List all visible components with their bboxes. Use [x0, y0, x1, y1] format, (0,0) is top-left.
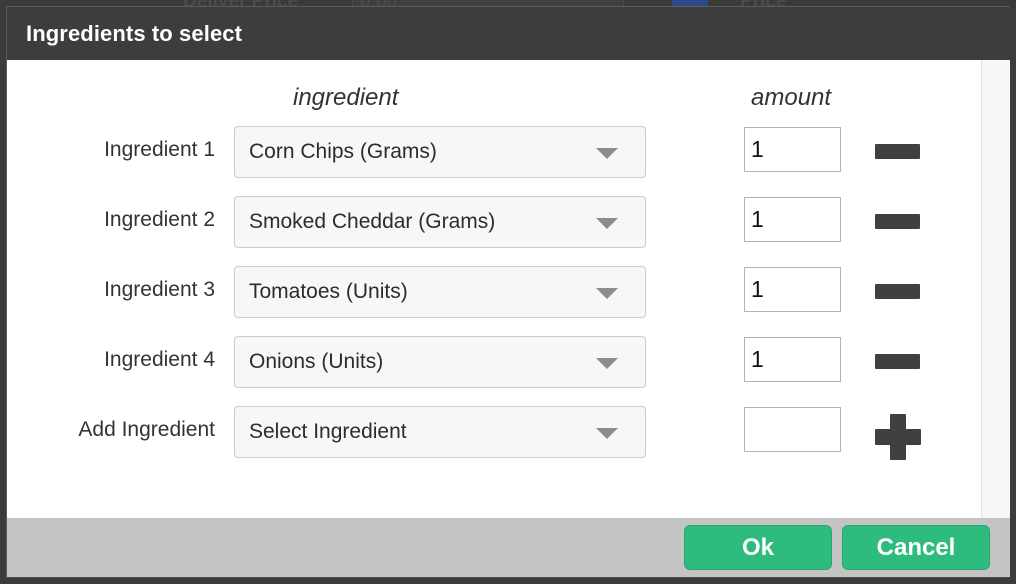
- chevron-down-icon: [596, 428, 618, 439]
- ingredients-dialog: Ingredients to select ingredient amount …: [6, 6, 1010, 578]
- ingredient-select[interactable]: Smoked Cheddar (Grams): [234, 196, 646, 248]
- chevron-down-icon: [596, 358, 618, 369]
- dialog-title: Ingredients to select: [26, 20, 243, 46]
- amount-input-value: 1: [751, 206, 764, 232]
- ingredient-row: Ingredient 1 Corn Chips (Grams) 1: [7, 118, 983, 188]
- dialog-titlebar: Ingredients to select: [7, 7, 1010, 60]
- row-label: Ingredient 4: [104, 348, 215, 371]
- column-header-ingredient: ingredient: [293, 84, 399, 111]
- amount-input[interactable]: 1: [744, 337, 841, 382]
- ingredient-row: Ingredient 2 Smoked Cheddar (Grams) 1: [7, 188, 983, 258]
- add-ingredient-row: Add Ingredient Select Ingredient: [7, 398, 983, 468]
- remove-ingredient-button[interactable]: [869, 258, 927, 328]
- ok-button[interactable]: Ok: [684, 525, 832, 570]
- chevron-down-icon: [596, 148, 618, 159]
- amount-input[interactable]: 1: [744, 267, 841, 312]
- column-headers: ingredient amount: [7, 60, 983, 118]
- amount-input[interactable]: 1: [744, 127, 841, 172]
- ingredient-select[interactable]: Onions (Units): [234, 336, 646, 388]
- column-header-amount: amount: [751, 84, 832, 111]
- ingredient-select-value: Corn Chips (Grams): [249, 140, 437, 163]
- plus-icon: [875, 414, 921, 460]
- vertical-scrollbar[interactable]: [981, 60, 1010, 518]
- amount-input-value: 1: [751, 276, 764, 302]
- dialog-body: ingredient amount Ingredient 1 Corn Chip…: [7, 60, 1010, 518]
- ingredient-select[interactable]: Tomatoes (Units): [234, 266, 646, 318]
- remove-ingredient-button[interactable]: [869, 118, 927, 188]
- row-label: Ingredient 3: [104, 278, 215, 301]
- ingredient-select[interactable]: Corn Chips (Grams): [234, 126, 646, 178]
- minus-icon: [875, 144, 920, 159]
- remove-ingredient-button[interactable]: [869, 188, 927, 258]
- amount-input-value: 1: [751, 346, 764, 372]
- dialog-footer: Ok Cancel: [7, 518, 1010, 578]
- chevron-down-icon: [596, 288, 618, 299]
- amount-input[interactable]: 1: [744, 197, 841, 242]
- add-ingredient-select[interactable]: Select Ingredient: [234, 406, 646, 458]
- minus-icon: [875, 284, 920, 299]
- ingredients-form: ingredient amount Ingredient 1 Corn Chip…: [7, 60, 983, 518]
- row-label: Ingredient 2: [104, 208, 215, 231]
- minus-icon: [875, 354, 920, 369]
- amount-input-value: 1: [751, 136, 764, 162]
- remove-ingredient-button[interactable]: [869, 328, 927, 398]
- add-ingredient-select-value: Select Ingredient: [249, 420, 407, 443]
- ingredient-select-value: Onions (Units): [249, 350, 384, 373]
- amount-input[interactable]: [744, 407, 841, 452]
- ingredient-row: Ingredient 3 Tomatoes (Units) 1: [7, 258, 983, 328]
- ingredient-row: Ingredient 4 Onions (Units) 1: [7, 328, 983, 398]
- minus-icon: [875, 214, 920, 229]
- add-ingredient-button[interactable]: [869, 398, 927, 468]
- ingredient-select-value: Smoked Cheddar (Grams): [249, 210, 496, 233]
- ingredient-select-value: Tomatoes (Units): [249, 280, 408, 303]
- row-label: Add Ingredient: [78, 418, 215, 441]
- chevron-down-icon: [596, 218, 618, 229]
- cancel-button[interactable]: Cancel: [842, 525, 990, 570]
- row-label: Ingredient 1: [104, 138, 215, 161]
